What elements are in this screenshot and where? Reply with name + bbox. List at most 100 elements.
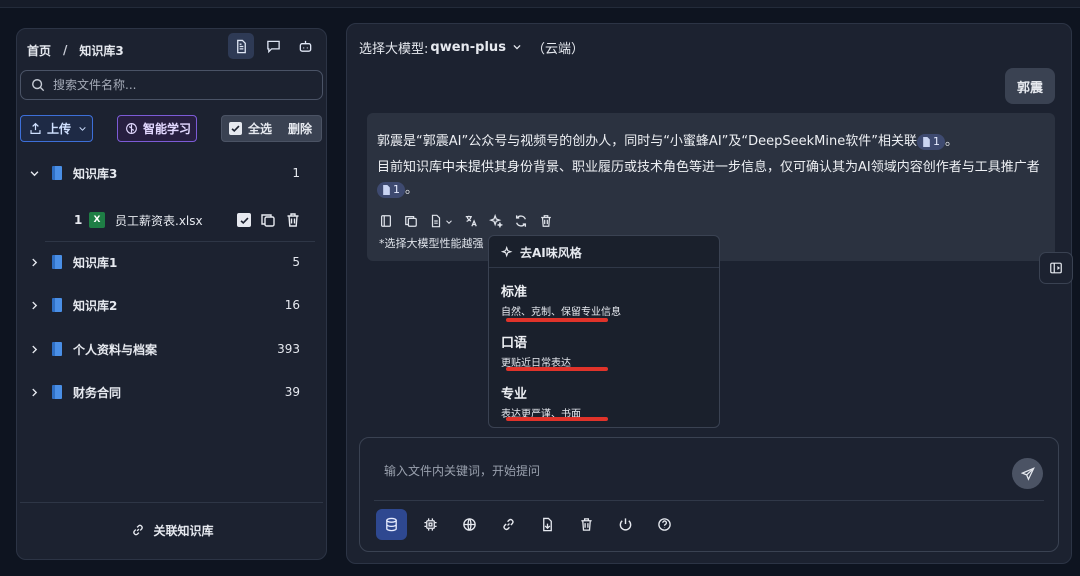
select-all-label[interactable]: 全选 xyxy=(248,120,272,137)
breadcrumb-current: 知识库3 xyxy=(79,43,124,58)
style-option-standard[interactable]: 标准 自然、克制、保留专业信息 xyxy=(501,281,701,318)
kb-name: 财务合同 xyxy=(73,385,122,400)
breadcrumb: 首页 / 知识库3 xyxy=(27,39,124,61)
file-search-box[interactable] xyxy=(20,70,323,100)
checkmark-icon xyxy=(239,217,249,224)
upload-button[interactable]: 上传 xyxy=(20,115,93,142)
link-knowledge-base-button[interactable]: 关联知识库 xyxy=(17,517,328,543)
stop-button[interactable] xyxy=(610,509,641,540)
divider xyxy=(20,502,323,503)
select-all-checkbox[interactable] xyxy=(229,122,242,135)
top-bar xyxy=(0,0,1080,8)
knowledge-base-toggle[interactable] xyxy=(376,509,407,540)
breadcrumb-home[interactable]: 首页 xyxy=(27,42,51,59)
book-open-icon[interactable] xyxy=(379,214,393,228)
answer-paragraph: 郭震是“郭震AI”公众号与视频号的创办人，同时与“小蜜蜂AI”及“DeepSee… xyxy=(377,131,958,153)
style-option-professional[interactable]: 专业 表达更严谨、书面 xyxy=(501,383,701,420)
translate-icon[interactable] xyxy=(464,214,478,228)
document-icon xyxy=(923,136,930,147)
humanize-style-menu: 去AI味风格 标准 自然、克制、保留专业信息 口语 更贴近日常表达 专业 表达更… xyxy=(488,235,720,428)
sidebar-toggle-button[interactable] xyxy=(1039,252,1073,284)
book-icon xyxy=(52,342,62,356)
book-icon xyxy=(52,166,62,180)
composer-toolbar xyxy=(376,509,680,540)
help-icon xyxy=(658,518,671,531)
citation-number: 1 xyxy=(932,134,940,148)
file-search-input[interactable] xyxy=(53,78,293,92)
chevron-right-icon[interactable] xyxy=(27,385,41,399)
panel-header-icons xyxy=(228,33,318,59)
document-icon xyxy=(431,214,441,227)
panel-left-icon xyxy=(1050,262,1062,274)
red-underline-annotation xyxy=(506,417,608,421)
send-button[interactable] xyxy=(1012,458,1043,489)
user-message: 郭震 xyxy=(1004,68,1055,104)
link-button[interactable] xyxy=(493,509,524,540)
citation-badge[interactable]: 1 xyxy=(916,133,945,150)
file-row[interactable]: 1 X 员工薪资表.xlsx xyxy=(17,202,328,238)
kb-count: 16 xyxy=(284,298,300,312)
chevron-right-icon[interactable] xyxy=(27,255,41,269)
answer-punct: 。 xyxy=(944,134,958,149)
model-name: qwen-plus xyxy=(430,39,506,55)
smart-learn-label: 智能学习 xyxy=(143,122,192,136)
power-icon xyxy=(619,518,632,531)
checkmark-icon xyxy=(231,125,240,133)
kb-tree-item[interactable]: 财务合同 39 xyxy=(17,374,328,410)
book-icon xyxy=(52,298,62,312)
question-input[interactable] xyxy=(384,464,984,478)
style-option-colloquial[interactable]: 口语 更贴近日常表达 xyxy=(501,332,701,369)
citation-number: 1 xyxy=(393,182,400,196)
refresh-icon[interactable] xyxy=(514,214,528,228)
trash-icon[interactable] xyxy=(285,212,301,228)
chat-icon xyxy=(266,40,280,53)
menu-header: 去AI味风格 xyxy=(501,244,582,261)
clear-chat-button[interactable] xyxy=(571,509,602,540)
citation-badge[interactable]: 1 xyxy=(377,181,405,198)
breadcrumb-separator: / xyxy=(63,43,68,57)
kb-count: 1 xyxy=(292,166,300,180)
red-underline-annotation xyxy=(506,367,608,371)
document-tab-button[interactable] xyxy=(228,33,254,59)
kb-name: 个人资料与档案 xyxy=(73,342,158,357)
chevron-down-icon xyxy=(513,44,521,50)
excel-file-icon: X xyxy=(89,212,105,228)
kb-tree-item[interactable]: 知识库3 1 xyxy=(17,155,328,191)
answer-text: 目前知识库中未提供其身份背景、职业履历或技术角色等进一步信息，仅可确认其为AI领… xyxy=(377,160,1040,175)
kb-tree-item[interactable]: 知识库2 16 xyxy=(17,287,328,323)
help-button[interactable] xyxy=(649,509,680,540)
sparkle-icon[interactable] xyxy=(489,213,503,228)
chevron-right-icon[interactable] xyxy=(27,298,41,312)
smart-learn-button[interactable]: 智能学习 xyxy=(117,115,197,142)
brain-icon xyxy=(126,123,137,134)
select-delete-group: 全选 删除 xyxy=(221,115,322,142)
web-search-toggle[interactable] xyxy=(454,509,485,540)
document-icon xyxy=(383,184,390,195)
bot-tab-button[interactable] xyxy=(292,33,318,59)
model-selector[interactable]: 选择大模型: qwen-plus （云端） xyxy=(359,36,584,58)
chevron-right-icon[interactable] xyxy=(27,342,41,356)
file-name[interactable]: 员工薪资表.xlsx xyxy=(115,212,203,229)
chevron-down-icon xyxy=(79,127,86,131)
chip-toggle[interactable] xyxy=(415,509,446,540)
chat-tab-button[interactable] xyxy=(260,33,286,59)
option-title: 标准 xyxy=(501,285,528,300)
delete-button[interactable]: 删除 xyxy=(288,120,312,137)
link-icon xyxy=(503,518,514,531)
file-checkbox[interactable] xyxy=(237,213,251,227)
kb-tree-item[interactable]: 个人资料与档案 393 xyxy=(17,331,328,367)
export-menu-button[interactable] xyxy=(429,211,453,230)
copy-icon[interactable] xyxy=(404,214,418,228)
copy-icon[interactable] xyxy=(260,212,276,228)
file-plus-icon xyxy=(543,517,552,532)
kb-tree-item[interactable]: 知识库1 5 xyxy=(17,244,328,280)
attach-file-button[interactable] xyxy=(532,509,563,540)
sparkle-icon xyxy=(501,246,513,258)
trash-icon[interactable] xyxy=(539,214,553,228)
knowledge-base-panel: 首页 / 知识库3 上传 智能学习 全选 删除 知识库 xyxy=(16,28,327,560)
chevron-down-icon[interactable] xyxy=(27,166,41,180)
message-toolbar xyxy=(379,211,553,230)
divider xyxy=(45,241,315,242)
file-actions xyxy=(237,212,301,228)
globe-icon xyxy=(463,518,476,531)
